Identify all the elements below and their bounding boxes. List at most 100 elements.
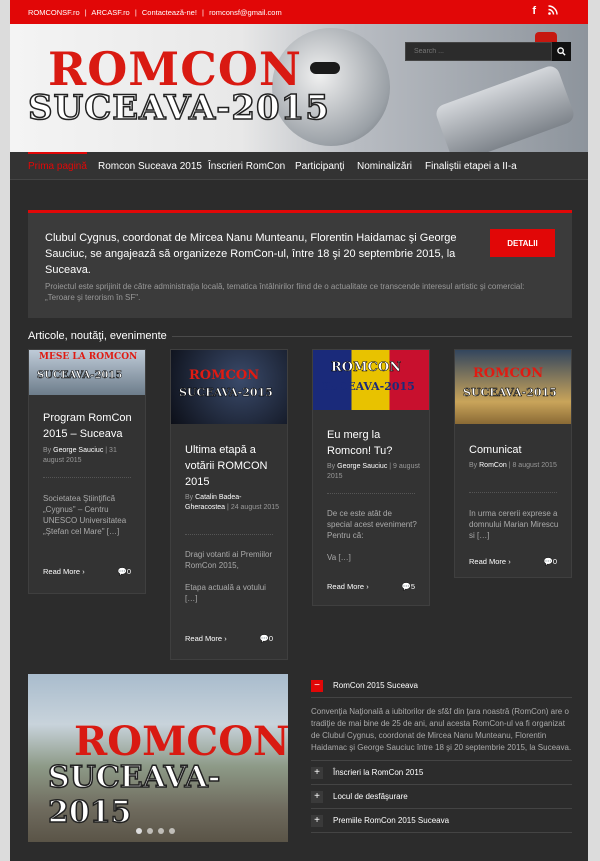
post-title[interactable]: Comunicat	[469, 442, 561, 458]
nav-item-nominalizari[interactable]: Nominalizări	[357, 161, 412, 172]
top-bar: ROMCONSF.ro | ARCASF.ro | Contactează-ne…	[10, 0, 588, 24]
collapse-icon[interactable]: −	[311, 679, 323, 692]
read-more-link[interactable]: Read More ›	[185, 634, 227, 643]
post-title[interactable]: Ultima etapă a votării ROMCON 2015	[185, 442, 277, 490]
accordion-title[interactable]: Înscrieri la RomCon 2015	[333, 768, 423, 777]
comments-count[interactable]: 💬5	[401, 582, 415, 591]
post-thumbnail[interactable]: ROMCON SUCEAVA-2015	[455, 350, 571, 424]
chevron-right-icon: ›	[366, 582, 369, 591]
separator	[469, 492, 557, 493]
read-more-label: Read More	[327, 582, 365, 591]
nav-item-finalisti[interactable]: Finaliştii etapei a II-a	[425, 161, 517, 172]
by-label: By	[43, 447, 52, 454]
slider-dot[interactable]	[158, 828, 164, 834]
accordion-header[interactable]: + Locul de desfăşurare	[311, 785, 572, 809]
nav-item-romcon-suceava[interactable]: Romcon Suceava 2015	[98, 161, 202, 172]
post-title[interactable]: Eu merg la Romcon! Tu?	[327, 427, 419, 459]
nav-item-participanti[interactable]: Participanţi	[295, 161, 344, 172]
link-romconsf[interactable]: ROMCONSF.ro	[28, 8, 80, 17]
separator: |	[134, 8, 137, 17]
link-arcasf[interactable]: ARCASF.ro	[91, 8, 129, 17]
post-author[interactable]: RomCon	[479, 462, 507, 469]
link-contact[interactable]: Contactează-ne!	[142, 8, 197, 17]
chevron-right-icon: ›	[224, 634, 227, 643]
post-excerpt: Dragi votanti ai Premiilor RomCon 2015, …	[185, 550, 273, 603]
thumb-text: SUCEAVA-2015	[179, 386, 273, 400]
expand-icon[interactable]: +	[311, 814, 323, 827]
post-thumbnail[interactable]: ROMCON SUCEAVA-2015	[171, 350, 287, 424]
logo-subtitle[interactable]: SUCEAVA-2015	[27, 87, 330, 129]
slider-dot[interactable]	[169, 828, 175, 834]
post-meta: By Catalin Badea-Gheracostea | 24 august…	[185, 494, 280, 511]
read-more-label: Read More	[469, 557, 507, 566]
post-author[interactable]: George Sauciuc	[53, 447, 103, 454]
slider-subtitle: SUCEAVA-2015	[47, 759, 221, 831]
separator	[43, 477, 131, 478]
read-more-link[interactable]: Read More ›	[469, 557, 511, 566]
comments-count[interactable]: 💬0	[259, 634, 273, 643]
separator	[185, 534, 273, 535]
comment-icon: 💬	[543, 557, 553, 566]
slider-dot[interactable]	[147, 828, 153, 834]
comments-count[interactable]: 💬0	[117, 567, 131, 576]
post-thumbnail[interactable]: MESE LA ROMCON SUCEAVA-2015	[29, 350, 145, 395]
rss-icon[interactable]	[548, 5, 558, 18]
slider-title: ROMCON	[74, 718, 288, 765]
nav-item-inscrieri[interactable]: Înscrieri RomCon	[208, 161, 285, 172]
search-input[interactable]	[405, 42, 552, 61]
accordion-title[interactable]: RomCon 2015 Suceava	[333, 681, 418, 690]
expand-icon[interactable]: +	[311, 790, 323, 803]
chevron-right-icon: ›	[508, 557, 511, 566]
social-links: f	[532, 5, 558, 18]
nav-item-home[interactable]: Prima pagină	[28, 152, 87, 172]
tagline-subtext: Proiectul este sprijinit de către admini…	[45, 282, 525, 302]
separator	[327, 493, 415, 494]
post-date: 24 august 2015	[230, 504, 280, 511]
post-meta: By George Sauciuc | 9 august 2015	[327, 463, 420, 480]
accordion-header-open[interactable]: − RomCon 2015 Suceava	[311, 674, 572, 698]
comments-value: 0	[552, 557, 557, 566]
thumb-text: MESE LA ROMCON	[39, 352, 138, 362]
post-author[interactable]: George Sauciuc	[337, 463, 387, 470]
expand-icon[interactable]: +	[311, 766, 323, 779]
thumb-text: SUCEAVA-2015	[321, 380, 415, 393]
read-more-link[interactable]: Read More ›	[43, 567, 85, 576]
read-more-label: Read More	[185, 634, 223, 643]
comments-count[interactable]: 💬0	[543, 557, 557, 566]
comments-value: 5	[410, 582, 415, 591]
post-date: 8 august 2015	[512, 462, 557, 469]
slider-dot[interactable]	[136, 828, 142, 834]
accordion-header[interactable]: + Premiile RomCon 2015 Suceava	[311, 809, 572, 833]
comment-icon: 💬	[401, 582, 411, 591]
section-title: Articole, noutăţi, evenimente	[28, 330, 167, 342]
separator: |	[202, 8, 204, 17]
details-button[interactable]: DETALII	[490, 229, 555, 257]
post-thumbnail[interactable]: ROMCON SUCEAVA-2015	[313, 350, 429, 410]
comments-value: 0	[126, 567, 131, 576]
facebook-icon[interactable]: f	[532, 5, 536, 18]
post-excerpt: Societatea Ştiinţifică „Cygnus" – Centru…	[43, 494, 127, 536]
image-slider[interactable]: ROMCON SUCEAVA-2015	[28, 674, 288, 842]
read-more-label: Read More	[43, 567, 81, 576]
tagline-box: Clubul Cygnus, coordonat de Mircea Nanu …	[28, 210, 572, 318]
by-label: By	[469, 462, 478, 469]
link-email[interactable]: romconsf@gmail.com	[209, 8, 282, 17]
accordion-header[interactable]: + Înscrieri la RomCon 2015	[311, 761, 572, 785]
post-title[interactable]: Program RomCon 2015 – Suceava	[43, 410, 135, 442]
search-button[interactable]	[552, 42, 571, 61]
by-label: By	[327, 463, 336, 470]
accordion-title[interactable]: Locul de desfăşurare	[333, 792, 408, 801]
thumb-text: ROMCON	[473, 366, 544, 381]
by-label: By	[185, 494, 194, 501]
post-card: MESE LA ROMCON SUCEAVA-2015 Program RomC…	[28, 349, 146, 594]
thumb-text: SUCEAVA-2015	[37, 370, 123, 382]
read-more-link[interactable]: Read More ›	[327, 582, 369, 591]
search-icon	[557, 47, 566, 56]
post-card: ROMCON SUCEAVA-2015 Comunicat By RomCon …	[454, 349, 572, 578]
post-card: ROMCON SUCEAVA-2015 Eu merg la Romcon! T…	[312, 349, 430, 606]
slider-dots	[136, 828, 175, 834]
accordion-title[interactable]: Premiile RomCon 2015 Suceava	[333, 816, 449, 825]
post-meta: By George Sauciuc | 31 august 2015	[43, 447, 117, 464]
thumb-text: SUCEAVA-2015	[463, 386, 557, 400]
thumb-text: ROMCON	[331, 360, 402, 376]
